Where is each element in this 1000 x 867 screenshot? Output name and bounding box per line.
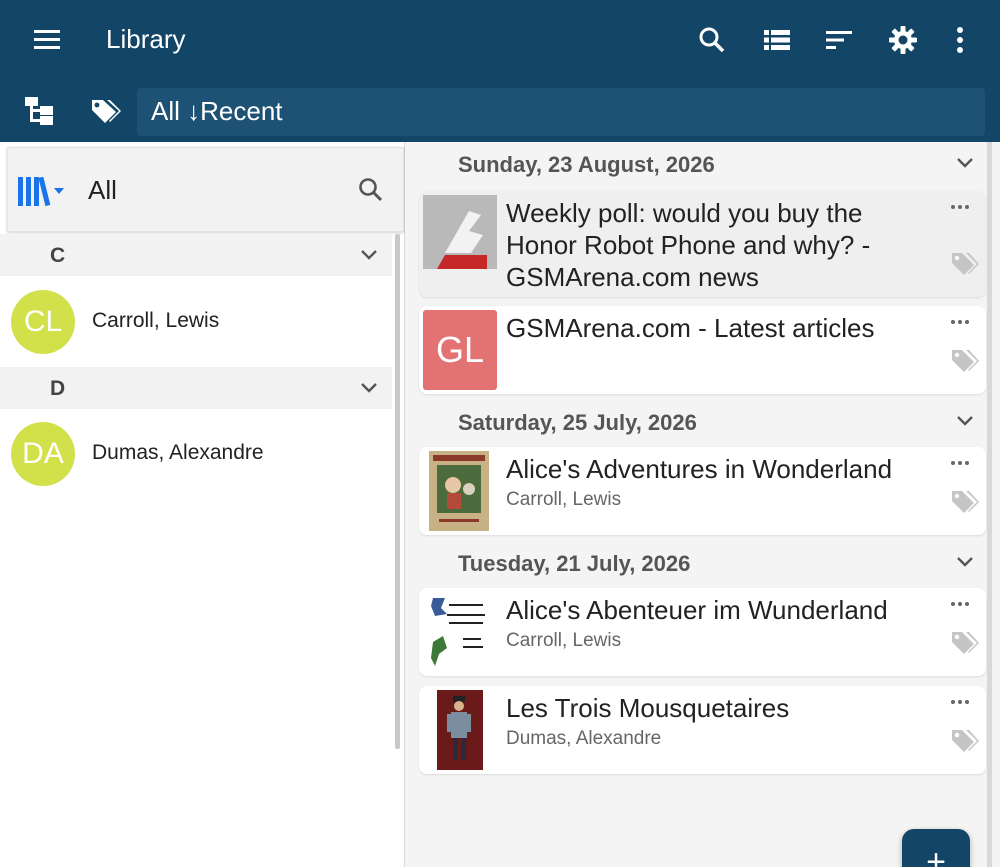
tree-view-icon[interactable] xyxy=(14,86,64,136)
more-horiz-icon[interactable] xyxy=(946,690,974,714)
sort-icon[interactable] xyxy=(813,14,865,66)
chevron-down-icon[interactable] xyxy=(356,375,382,401)
date-label: Saturday, 25 July, 2026 xyxy=(458,410,697,435)
add-item-button[interactable]: + xyxy=(902,829,970,867)
item-title: GSMArena.com - Latest articles xyxy=(506,313,875,343)
author-item-dumas[interactable]: DA Dumas, Alexandre xyxy=(0,408,392,500)
recent-items-list: Sunday, 23 August, 2026 Weekly poll: wou… xyxy=(405,142,1000,867)
book-cover-musketeers xyxy=(423,690,497,770)
item-author: Carroll, Lewis xyxy=(506,489,622,510)
menu-icon[interactable] xyxy=(24,16,72,64)
search-icon[interactable] xyxy=(686,14,738,66)
more-horiz-icon[interactable] xyxy=(946,592,974,616)
group-header-d[interactable]: D xyxy=(0,367,392,409)
tag-icon[interactable] xyxy=(950,630,980,658)
group-header-c[interactable]: C xyxy=(0,234,392,276)
date-header[interactable]: Sunday, 23 August, 2026 xyxy=(405,142,1000,186)
list-item[interactable]: Alice's Abenteuer im Wunderland Carroll,… xyxy=(419,588,986,676)
library-books-icon[interactable] xyxy=(16,172,76,210)
item-title: Les Trois Mousquetaires xyxy=(506,693,790,723)
list-scrollbar[interactable] xyxy=(987,142,992,867)
tag-icon[interactable] xyxy=(950,348,980,376)
list-item[interactable]: Les Trois Mousquetaires Dumas, Alexandre xyxy=(419,686,986,774)
book-cover-alice-en xyxy=(423,451,497,531)
avatar: DA xyxy=(11,422,75,486)
tag-icon[interactable] xyxy=(950,489,980,517)
author-item-carroll[interactable]: CL Carroll, Lewis xyxy=(0,276,392,368)
group-letter: D xyxy=(50,377,66,400)
chevron-down-icon[interactable] xyxy=(952,549,978,575)
filter-summary[interactable]: All ↓Recent xyxy=(137,88,985,136)
group-letter: C xyxy=(50,244,66,267)
more-horiz-icon[interactable] xyxy=(946,310,974,334)
tag-icon[interactable] xyxy=(950,251,980,279)
date-label: Tuesday, 21 July, 2026 xyxy=(458,551,691,576)
author-name: Carroll, Lewis xyxy=(92,309,220,332)
sidebar-filter-bar: All xyxy=(7,147,404,232)
item-author: Dumas, Alexandre xyxy=(506,728,662,749)
item-title: Alice's Adventures in Wonderland xyxy=(506,454,893,484)
sidebar-filter-label: All xyxy=(88,175,117,205)
sidebar-search-icon[interactable] xyxy=(351,170,391,210)
list-item[interactable]: Weekly poll: would you buy the Honor Rob… xyxy=(419,191,986,297)
feed-initials-thumbnail: GL xyxy=(423,310,497,390)
settings-icon[interactable] xyxy=(877,14,929,66)
more-horiz-icon[interactable] xyxy=(946,451,974,475)
book-cover-alice-de xyxy=(423,592,497,672)
gsmarena-news-thumbnail xyxy=(423,195,497,275)
author-sidebar: All C CL Carroll, Lewis D DA Dumas, Alex… xyxy=(0,142,405,867)
date-header[interactable]: Tuesday, 21 July, 2026 xyxy=(405,541,1000,585)
list-item[interactable]: GL GSMArena.com - Latest articles xyxy=(419,306,986,394)
app-title: Library xyxy=(106,24,186,54)
tags-icon[interactable] xyxy=(81,86,131,136)
more-horiz-icon[interactable] xyxy=(946,195,974,219)
chevron-down-icon[interactable] xyxy=(952,408,978,434)
item-author: Carroll, Lewis xyxy=(506,630,622,651)
item-title: Alice's Abenteuer im Wunderland xyxy=(506,595,888,625)
chevron-down-icon[interactable] xyxy=(356,242,382,268)
tag-icon[interactable] xyxy=(950,728,980,756)
sidebar-scrollbar[interactable] xyxy=(395,234,400,749)
filter-bar: All ↓Recent xyxy=(0,80,1000,142)
date-label: Sunday, 23 August, 2026 xyxy=(458,152,715,177)
list-view-icon[interactable] xyxy=(751,14,803,66)
author-name: Dumas, Alexandre xyxy=(92,441,264,464)
list-item[interactable]: Alice's Adventures in Wonderland Carroll… xyxy=(419,447,986,535)
date-header[interactable]: Saturday, 25 July, 2026 xyxy=(405,400,1000,444)
more-vert-icon[interactable] xyxy=(934,14,986,66)
item-title: Weekly poll: would you buy the Honor Rob… xyxy=(506,198,871,292)
chevron-down-icon[interactable] xyxy=(952,150,978,176)
app-bar: Library xyxy=(0,0,1000,80)
avatar: CL xyxy=(11,290,75,354)
